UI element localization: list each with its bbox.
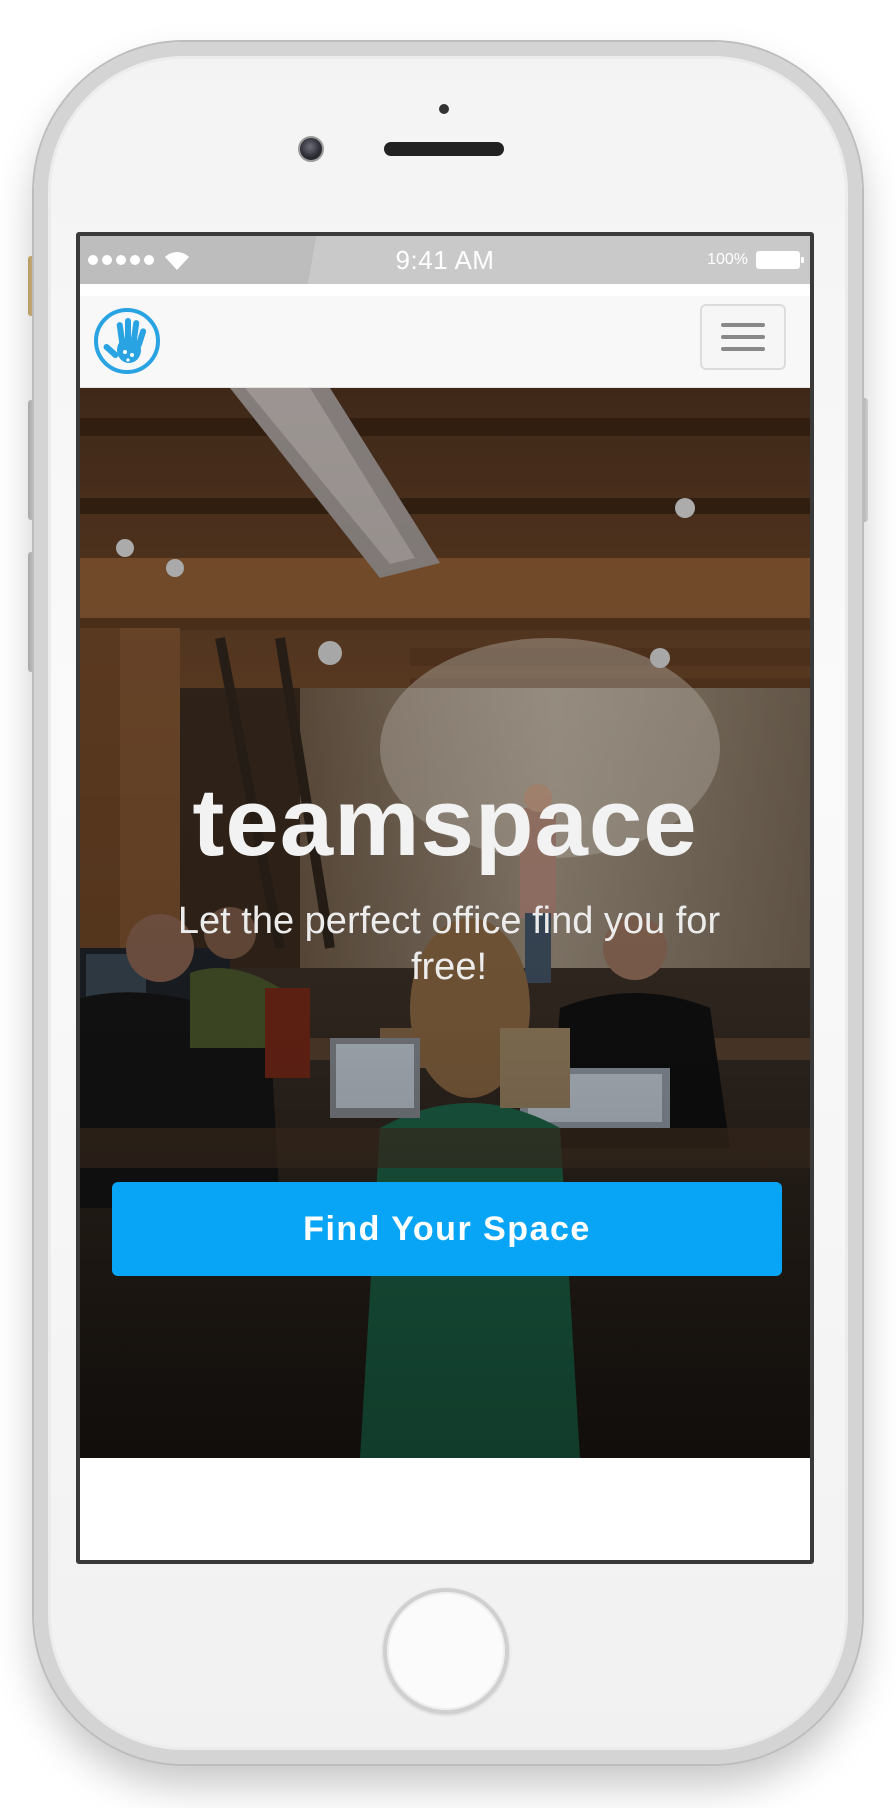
find-your-space-button[interactable]: Find Your Space: [112, 1182, 782, 1276]
home-button[interactable]: [383, 1588, 509, 1714]
hero-title: teamspace: [192, 769, 698, 876]
earpiece-speaker: [384, 142, 504, 156]
navbar: [80, 296, 810, 388]
hand-logo-icon[interactable]: [92, 306, 162, 376]
front-camera: [298, 136, 324, 162]
hero-subtitle: Let the perfect office find you for free…: [177, 900, 721, 988]
hero-section: teamspace Let the perfect office find yo…: [80, 388, 810, 1458]
battery-percentage: 100%: [707, 251, 748, 268]
status-time: 9:41 AM: [395, 245, 495, 275]
battery-icon: [756, 251, 804, 269]
phone-screen: 9:41 AM 100% teamspace Let the perfect o…: [76, 232, 814, 1564]
hamburger-menu-icon[interactable]: [700, 304, 786, 370]
status-bar: 9:41 AM 100%: [80, 236, 810, 284]
proximity-sensor: [439, 104, 449, 114]
